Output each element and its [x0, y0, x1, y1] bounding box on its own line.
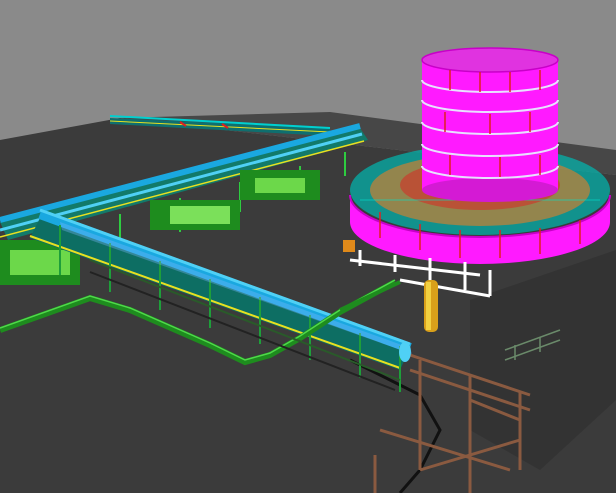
plant-model-scene[interactable] — [0, 0, 616, 493]
yellow-vessel — [424, 280, 438, 332]
3d-model-viewport[interactable] — [0, 0, 616, 493]
pipe-end-fitting — [399, 342, 411, 362]
orange-equipment — [343, 240, 355, 252]
cooling-tower — [421, 47, 559, 202]
